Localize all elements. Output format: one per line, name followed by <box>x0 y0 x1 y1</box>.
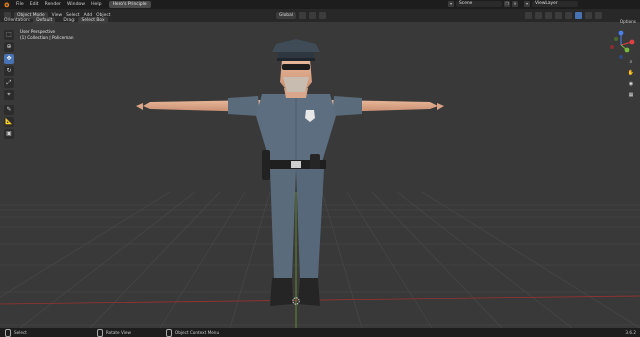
mouse-left-icon <box>5 328 11 337</box>
measure-icon[interactable]: 📐 <box>4 117 14 127</box>
rotate-icon[interactable]: ↻ <box>4 66 14 76</box>
scene-copy-icon[interactable]: ❐ <box>504 1 510 7</box>
cursor-icon[interactable]: ⊕ <box>4 42 14 52</box>
menu-edit[interactable]: Edit <box>27 0 42 9</box>
annotate-icon[interactable]: ✎ <box>4 105 14 115</box>
viewlayer-name-field[interactable]: ViewLayer <box>532 1 578 7</box>
menu-file[interactable]: File <box>13 0 27 9</box>
status-rotate-label: Rotate View <box>105 330 131 335</box>
orientation-dropdown[interactable]: Default <box>33 17 56 24</box>
mouse-middle-icon <box>96 328 103 337</box>
menu-render[interactable]: Render <box>42 0 64 9</box>
orientation-label: Orientation: <box>4 18 31 23</box>
status-select: Select <box>5 328 27 337</box>
options-dropdown[interactable]: Options <box>620 19 636 24</box>
drag-dropdown[interactable]: Select Box <box>78 17 108 24</box>
tool-settings-bar: Orientation: Default Drag: Select Box <box>0 17 640 24</box>
status-bar: Select Rotate View Object Context Menu 3… <box>0 328 640 337</box>
drag-label: Drag: <box>63 18 76 23</box>
camera-view-icon[interactable]: ◉ <box>627 80 635 88</box>
scene-browse-icon[interactable]: ▾ <box>448 1 454 7</box>
transform-icon[interactable]: ⌖ <box>4 90 14 100</box>
menu-help[interactable]: Help <box>88 0 104 9</box>
scale-icon[interactable]: ⤢ <box>4 78 14 88</box>
view-name-text: User Perspective <box>20 29 56 34</box>
perspective-toggle-icon[interactable]: ▦ <box>627 91 635 99</box>
status-context: Object Context Menu <box>165 328 220 337</box>
pan-hand-icon[interactable]: ✋ <box>627 69 635 77</box>
status-rotate: Rotate View <box>96 328 131 337</box>
add-cube-icon[interactable]: ▣ <box>4 129 14 139</box>
menu-window[interactable]: Window <box>64 0 88 9</box>
status-context-label: Object Context Menu <box>174 330 220 335</box>
navigation-tools: ⌕ ✋ ◉ ▦ <box>627 58 635 99</box>
3d-viewport[interactable] <box>0 22 640 328</box>
scene-selector-area: ▾ Scene ❐ ✕ ▾ ViewLayer <box>448 1 578 7</box>
navigation-gizmo[interactable] <box>606 30 636 60</box>
tool-shelf: ⬚ ⊕ ✥ ↻ ⤢ ⌖ ✎ 📐 ▣ <box>4 30 14 139</box>
select-box-icon[interactable]: ⬚ <box>4 30 14 40</box>
move-icon[interactable]: ✥ <box>4 54 14 64</box>
mouse-right-icon <box>165 328 172 337</box>
collection-info-text: (1) Collection | Policeman <box>20 35 74 40</box>
workspace-tab[interactable]: Hero's Principle <box>108 1 151 8</box>
status-select-label: Select <box>14 330 27 335</box>
scene-delete-icon[interactable]: ✕ <box>512 1 518 7</box>
viewlayer-browse-icon[interactable]: ▾ <box>524 1 530 7</box>
version-text: 3.6.2 <box>625 330 636 335</box>
zoom-icon[interactable]: ⌕ <box>627 58 635 66</box>
blender-logo-icon[interactable] <box>2 1 10 8</box>
scene-name-field[interactable]: Scene <box>456 1 502 7</box>
